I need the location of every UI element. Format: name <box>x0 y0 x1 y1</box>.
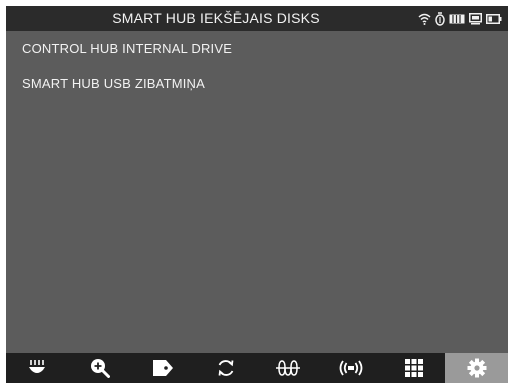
wifi-icon <box>418 13 431 25</box>
screen-icon <box>469 13 482 25</box>
grid-icon <box>404 358 424 378</box>
settings-button[interactable] <box>445 353 508 383</box>
zoom-in-icon <box>90 358 111 378</box>
grid-button[interactable] <box>383 353 446 383</box>
app-window: SMART HUB IEKŠĒJAIS DISKS CONTROL HUB IN… <box>6 6 508 383</box>
bottom-toolbar <box>6 353 508 383</box>
battery-icon <box>486 14 502 24</box>
broadcast-icon <box>338 359 364 377</box>
page-title: SMART HUB IEKŠĒJAIS DISKS <box>112 10 320 26</box>
drive-item-usb[interactable]: SMART HUB USB ZIBATMIŅA <box>6 66 508 101</box>
sync-icon <box>216 358 236 378</box>
sensor-button[interactable] <box>6 353 69 383</box>
tag-icon <box>152 359 174 377</box>
drive-item-internal[interactable]: CONTROL HUB INTERNAL DRIVE <box>6 31 508 66</box>
waveform-icon <box>275 359 301 377</box>
broadcast-button[interactable] <box>320 353 383 383</box>
bluetooth-icon <box>435 12 445 26</box>
drive-list: CONTROL HUB INTERNAL DRIVE SMART HUB USB… <box>6 31 508 101</box>
brick-battery-icon <box>449 14 465 24</box>
status-icons <box>418 11 502 27</box>
tag-button[interactable] <box>132 353 195 383</box>
settings-gear-icon <box>467 358 487 378</box>
sensor-icon <box>28 359 46 377</box>
waveform-button[interactable] <box>257 353 320 383</box>
sync-button[interactable] <box>194 353 257 383</box>
zoom-in-button[interactable] <box>69 353 132 383</box>
title-bar: SMART HUB IEKŠĒJAIS DISKS <box>6 6 508 31</box>
